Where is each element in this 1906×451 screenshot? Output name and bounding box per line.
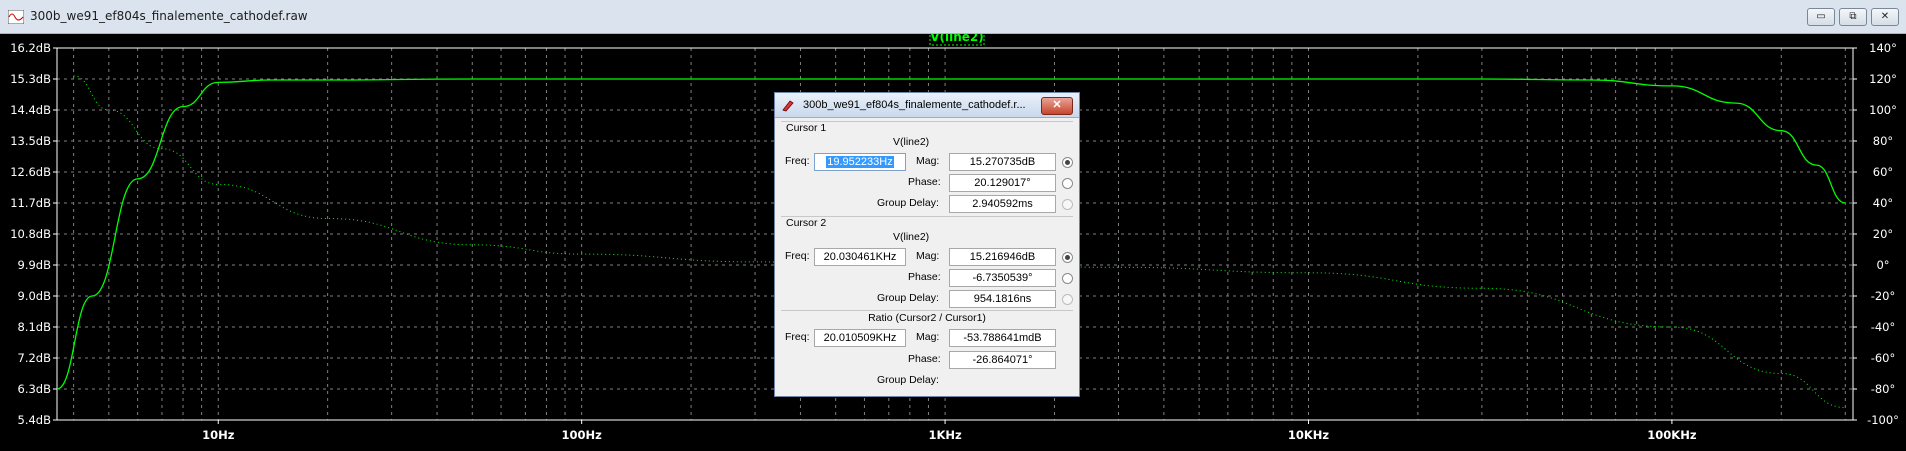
cursor2-freq-field[interactable]: 20.030461KHz bbox=[814, 248, 906, 266]
cursor1-gd-radio[interactable] bbox=[1062, 199, 1073, 210]
y-right-tick-label: 140° bbox=[1869, 41, 1897, 55]
ratio-section: Ratio (Cursor2 / Cursor1) Freq: 20.01050… bbox=[781, 310, 1073, 396]
cursor2-gd-label: Group Delay: bbox=[877, 292, 939, 304]
y-right-tick-label: -60° bbox=[1871, 351, 1896, 365]
ratio-freq-label: Freq: bbox=[785, 331, 810, 343]
cursor2-mag-label: Mag: bbox=[916, 250, 940, 262]
cursor2-heading: Cursor 2 bbox=[786, 217, 827, 229]
y-right-tick-label: -100° bbox=[1867, 413, 1899, 427]
y-left-tick-label: 13.5dB bbox=[10, 134, 51, 148]
cursor2-phase-label: Phase: bbox=[908, 271, 941, 283]
x-tick-label: 100KHz bbox=[1647, 428, 1697, 442]
ratio-mag-field[interactable]: -53.788641mdB bbox=[949, 329, 1056, 347]
ratio-freq-field[interactable]: 20.010509KHz bbox=[814, 329, 906, 347]
y-left-tick-label: 7.2dB bbox=[18, 351, 52, 365]
x-tick-label: 1KHz bbox=[928, 428, 962, 442]
y-left-tick-label: 9.0dB bbox=[18, 289, 52, 303]
y-left-tick-label: 12.6dB bbox=[10, 165, 51, 179]
ratio-mag-label: Mag: bbox=[916, 331, 940, 343]
y-left-tick-label: 10.8dB bbox=[10, 227, 51, 241]
cursor1-freq-label: Freq: bbox=[785, 155, 810, 167]
y-left-tick-label: 14.4dB bbox=[10, 103, 51, 117]
cursor2-gd-radio[interactable] bbox=[1062, 294, 1073, 305]
dialog-title: 300b_we91_ef804s_finalemente_cathodef.r.… bbox=[803, 99, 1026, 111]
cursor2-gd-field[interactable]: 954.1816ns bbox=[949, 290, 1056, 308]
x-tick-label: 10Hz bbox=[202, 428, 235, 442]
cursor1-phase-radio[interactable] bbox=[1062, 178, 1073, 189]
cursor1-mag-radio[interactable] bbox=[1062, 157, 1073, 168]
y-axis-left: 16.2dB 15.3dB 14.4dB 13.5dB 12.6dB 11.7dB 10.8… bbox=[10, 41, 57, 427]
y-right-tick-label: 60° bbox=[1873, 165, 1893, 179]
cursor2-phase-radio[interactable] bbox=[1062, 273, 1073, 284]
y-right-tick-label: -40° bbox=[1871, 320, 1896, 334]
cursor1-gd-field[interactable]: 2.940592ms bbox=[949, 195, 1056, 213]
cursor1-mag-label: Mag: bbox=[916, 155, 940, 167]
y-left-tick-label: 15.3dB bbox=[10, 72, 51, 86]
maximize-button[interactable]: ⧉ bbox=[1839, 8, 1867, 26]
cursor1-mag-field[interactable]: 15.270735dB bbox=[949, 153, 1056, 171]
y-left-tick-label: 6.3dB bbox=[18, 382, 52, 396]
cursor2-section: Cursor 2 V(line2) Freq: 20.030461KHz Mag… bbox=[781, 216, 1073, 312]
y-right-tick-label: -80° bbox=[1871, 382, 1896, 396]
ratio-heading: Ratio (Cursor2 / Cursor1) bbox=[868, 312, 986, 324]
probe-icon bbox=[782, 100, 794, 112]
y-left-tick-label: 11.7dB bbox=[10, 196, 51, 210]
y-right-tick-label: 120° bbox=[1869, 72, 1897, 86]
dialog-titlebar[interactable]: 300b_we91_ef804s_finalemente_cathodef.r.… bbox=[775, 93, 1079, 118]
x-axis: 10Hz 100Hz 1KHz 10KHz 100KHz bbox=[202, 420, 1697, 442]
y-left-tick-label: 8.1dB bbox=[18, 320, 52, 334]
cursor1-phase-label: Phase: bbox=[908, 176, 941, 188]
cursor1-phase-field[interactable]: 20.129017° bbox=[949, 174, 1056, 192]
cursor2-mag-field[interactable]: 15.216946dB bbox=[949, 248, 1056, 266]
ratio-gd-label: Group Delay: bbox=[877, 374, 939, 386]
y-axis-right: 140° 120° 100° 80° 60° 40° 20° 0° -20° -40° -60° -8… bbox=[1853, 41, 1899, 427]
cursor1-heading: Cursor 1 bbox=[786, 122, 827, 134]
y-right-tick-label: 0° bbox=[1876, 258, 1889, 272]
y-left-tick-label: 5.4dB bbox=[18, 413, 52, 427]
y-left-tick-label: 9.9dB bbox=[18, 258, 52, 272]
y-right-tick-label: 100° bbox=[1869, 103, 1897, 117]
x-tick-label: 10KHz bbox=[1288, 428, 1330, 442]
y-right-tick-label: -20° bbox=[1871, 289, 1896, 303]
cursor-dialog: 300b_we91_ef804s_finalemente_cathodef.r.… bbox=[774, 92, 1080, 397]
cursor1-freq-field[interactable]: 19.952233Hz bbox=[814, 153, 906, 171]
cursor2-freq-label: Freq: bbox=[785, 250, 810, 262]
dialog-close-button[interactable]: ✕ bbox=[1041, 97, 1073, 115]
cursor2-phase-field[interactable]: -6.7350539° bbox=[949, 269, 1056, 287]
ratio-phase-label: Phase: bbox=[908, 353, 941, 365]
minimize-button[interactable]: ▭ bbox=[1807, 8, 1835, 26]
cursor1-trace: V(line2) bbox=[893, 136, 930, 148]
close-window-button[interactable]: ✕ bbox=[1871, 8, 1899, 26]
window-title: 300b_we91_ef804s_finalemente_cathodef.ra… bbox=[30, 9, 308, 23]
waveform-app-icon bbox=[8, 10, 24, 24]
ratio-phase-field[interactable]: -26.864071° bbox=[949, 351, 1056, 369]
y-right-tick-label: 80° bbox=[1873, 134, 1893, 148]
y-left-tick-label: 16.2dB bbox=[10, 41, 51, 55]
cursor1-freq-value: 19.952233Hz bbox=[826, 156, 894, 168]
y-right-tick-label: 20° bbox=[1873, 227, 1893, 241]
trace-label[interactable]: V(line2) bbox=[930, 34, 984, 44]
y-right-tick-label: 40° bbox=[1873, 196, 1893, 210]
cursor2-mag-radio[interactable] bbox=[1062, 252, 1073, 263]
window-titlebar: 300b_we91_ef804s_finalemente_cathodef.ra… bbox=[0, 0, 1906, 34]
cursor2-trace: V(line2) bbox=[893, 231, 930, 243]
cursor1-gd-label: Group Delay: bbox=[877, 197, 939, 209]
x-tick-label: 100Hz bbox=[561, 428, 602, 442]
